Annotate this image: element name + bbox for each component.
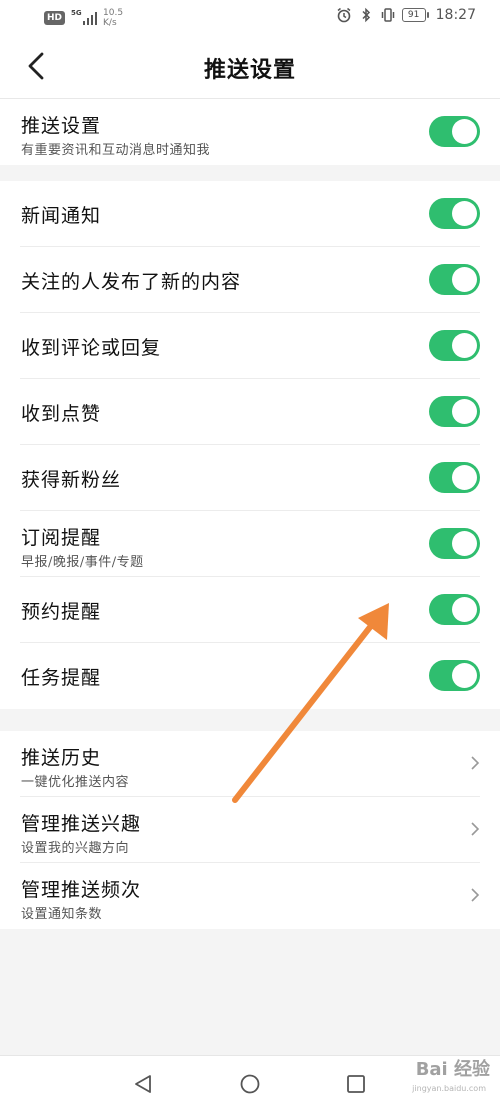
- hd-badge: HD: [44, 11, 66, 25]
- notif-row-likes: 收到点赞: [0, 379, 500, 445]
- net-speed: 10.5 K/s: [103, 8, 123, 28]
- triangle-back-icon[interactable]: [132, 1073, 154, 1095]
- notif-row-comments: 收到评论或回复: [0, 313, 500, 379]
- chevron-right-icon: [471, 756, 480, 770]
- network-type: 5G: [71, 9, 82, 17]
- notif-row-task: 任务提醒: [0, 643, 500, 709]
- chevron-right-icon: [471, 822, 480, 836]
- signal-icon: 5G: [71, 9, 98, 25]
- net-speed-value: 10.5: [103, 8, 124, 18]
- status-left: HD 5G 10.5 K/s: [44, 8, 123, 28]
- notif-comments-label: 收到评论或回复: [21, 337, 162, 359]
- notif-task-label: 任务提醒: [21, 667, 102, 689]
- master-push-label: 推送设置: [21, 115, 102, 137]
- notif-followed-label: 关注的人发布了新的内容: [21, 271, 242, 293]
- link-interest-sub: 设置我的兴趣方向: [21, 841, 130, 856]
- link-history-label: 推送历史: [21, 747, 102, 769]
- status-bar: HD 5G 10.5 K/s 91 18:27: [0, 0, 500, 34]
- notif-row-news: 新闻通知: [0, 181, 500, 247]
- notif-followed-toggle[interactable]: [429, 264, 480, 295]
- notif-subscription-toggle[interactable]: [429, 528, 480, 559]
- master-push-toggle[interactable]: [429, 116, 480, 147]
- notif-subscription-label: 订阅提醒: [21, 527, 102, 549]
- status-right: 91 18:27: [336, 7, 476, 23]
- notif-news-toggle[interactable]: [429, 198, 480, 229]
- master-switch-group: 推送设置 有重要资讯和互动消息时通知我: [0, 99, 500, 165]
- notif-row-followed: 关注的人发布了新的内容: [0, 247, 500, 313]
- alarm-icon: [337, 7, 351, 23]
- notif-subscription-sub: 早报/晚报/事件/专题: [21, 555, 144, 570]
- link-frequency-label: 管理推送频次: [21, 879, 142, 901]
- notif-row-reservation: 预约提醒: [0, 577, 500, 643]
- notif-likes-toggle[interactable]: [429, 396, 480, 427]
- notif-likes-label: 收到点赞: [21, 403, 102, 425]
- notif-comments-toggle[interactable]: [429, 330, 480, 361]
- link-frequency-sub: 设置通知条数: [21, 907, 103, 922]
- master-push-sub: 有重要资讯和互动消息时通知我: [21, 143, 211, 158]
- circle-home-icon[interactable]: [239, 1073, 261, 1095]
- notif-news-label: 新闻通知: [21, 205, 102, 227]
- notif-row-subscription: 订阅提醒 早报/晚报/事件/专题: [0, 511, 500, 577]
- master-push-row: 推送设置 有重要资讯和互动消息时通知我: [0, 99, 500, 165]
- link-row-history[interactable]: 推送历史 一键优化推送内容: [0, 731, 500, 797]
- link-history-sub: 一键优化推送内容: [21, 775, 130, 790]
- link-interest-label: 管理推送兴趣: [21, 813, 142, 835]
- battery-icon: 91: [401, 8, 429, 22]
- notification-type-group: 新闻通知 关注的人发布了新的内容 收到评论或回复 收到点赞 获得新粉丝 订阅提醒…: [0, 181, 500, 709]
- notif-reservation-label: 预约提醒: [21, 601, 102, 623]
- nav-bar: 推送设置: [0, 34, 500, 99]
- page-title: 推送设置: [203, 57, 296, 83]
- notif-task-toggle[interactable]: [429, 660, 480, 691]
- bluetooth-icon: [362, 7, 370, 23]
- notif-reservation-toggle[interactable]: [429, 594, 480, 625]
- link-row-interest[interactable]: 管理推送兴趣 设置我的兴趣方向: [0, 797, 500, 863]
- baidu-watermark: Bai 经验 jingyan.baidu.com: [412, 1059, 490, 1094]
- net-speed-unit: K/s: [103, 18, 117, 28]
- notif-fans-label: 获得新粉丝: [21, 469, 122, 491]
- square-recent-icon[interactable]: [345, 1073, 367, 1095]
- notif-row-fans: 获得新粉丝: [0, 445, 500, 511]
- push-management-group: 推送历史 一键优化推送内容 管理推送兴趣 设置我的兴趣方向 管理推送频次 设置通…: [0, 731, 500, 929]
- vibrate-icon: [381, 8, 394, 22]
- notif-fans-toggle[interactable]: [429, 462, 480, 493]
- link-row-frequency[interactable]: 管理推送频次 设置通知条数: [0, 863, 500, 929]
- watermark-sub: jingyan.baidu.com: [412, 1084, 486, 1093]
- chevron-right-icon: [471, 888, 480, 902]
- watermark-text: Bai 经验: [415, 1059, 490, 1080]
- status-time: 18:27: [435, 7, 476, 23]
